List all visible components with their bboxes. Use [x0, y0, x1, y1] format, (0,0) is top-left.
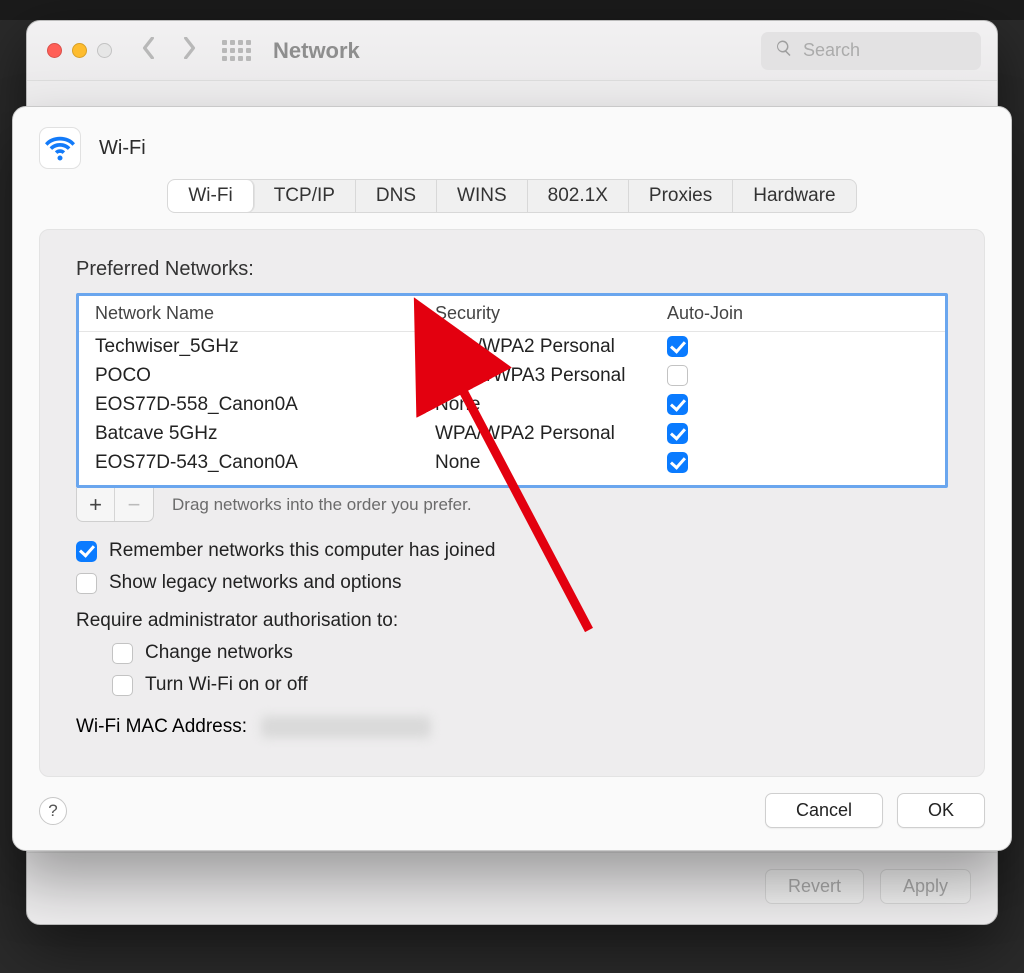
cell-security: None [435, 452, 667, 474]
ok-button[interactable]: OK [897, 793, 985, 828]
cell-network-name: EOS77D-558_Canon0A [95, 394, 435, 416]
wifi-icon [39, 127, 81, 169]
turn-wifi-checkbox[interactable] [112, 675, 133, 696]
table-header: Network Name Security Auto-Join [79, 296, 945, 332]
sheet-title: Wi-Fi [99, 137, 146, 160]
mac-address-label: Wi-Fi MAC Address: [76, 716, 247, 738]
window-footer: Revert Apply [27, 852, 997, 924]
legacy-label: Show legacy networks and options [109, 572, 402, 594]
search-input[interactable]: Search [761, 32, 981, 70]
tab-8021x[interactable]: 802.1X [528, 180, 629, 212]
remember-checkbox[interactable] [76, 541, 97, 562]
add-network-button[interactable]: + [77, 488, 115, 521]
search-icon [775, 39, 793, 63]
turn-wifi-row[interactable]: Turn Wi-Fi on or off [112, 674, 948, 696]
col-header-name[interactable]: Network Name [95, 303, 435, 324]
legacy-checkbox[interactable] [76, 573, 97, 594]
sheet-header: Wi-Fi [13, 127, 1011, 179]
back-icon[interactable] [140, 37, 158, 65]
require-admin-label: Require administrator authorisation to: [76, 610, 948, 632]
tab-hardware[interactable]: Hardware [733, 180, 855, 212]
nav-arrows [140, 37, 198, 65]
mac-address-row: Wi-Fi MAC Address: [76, 716, 948, 738]
cell-security: WPA/WPA2 Personal [435, 423, 667, 445]
turn-wifi-label: Turn Wi-Fi on or off [145, 674, 308, 696]
remember-row[interactable]: Remember networks this computer has join… [76, 540, 948, 562]
cell-security: WPA2/WPA3 Personal [435, 365, 667, 387]
autojoin-checkbox[interactable] [667, 452, 688, 473]
col-header-security[interactable]: Security [435, 303, 667, 324]
preferred-networks-table[interactable]: Network Name Security Auto-Join Techwise… [76, 293, 948, 488]
preferred-networks-label: Preferred Networks: [76, 258, 948, 281]
tab-dns[interactable]: DNS [356, 180, 437, 212]
help-button[interactable]: ? [39, 797, 67, 825]
remember-label: Remember networks this computer has join… [109, 540, 496, 562]
search-placeholder: Search [803, 40, 860, 61]
change-networks-row[interactable]: Change networks [112, 642, 948, 664]
zoom-icon[interactable] [97, 43, 112, 58]
forward-icon[interactable] [180, 37, 198, 65]
cell-security: WPA/WPA2 Personal [435, 336, 667, 358]
tab-wifi[interactable]: Wi-Fi [168, 180, 253, 212]
autojoin-checkbox[interactable] [667, 365, 688, 386]
legacy-row[interactable]: Show legacy networks and options [76, 572, 948, 594]
table-row[interactable]: EOS77D-543_Canon0ANone [79, 448, 945, 477]
revert-button[interactable]: Revert [765, 869, 864, 904]
tab-wins[interactable]: WINS [437, 180, 528, 212]
autojoin-checkbox[interactable] [667, 336, 688, 357]
add-remove-box: + − [76, 488, 154, 522]
window-title: Network [273, 38, 360, 64]
table-row[interactable]: Techwiser_5GHzWPA/WPA2 Personal [79, 332, 945, 361]
drag-hint: Drag networks into the order you prefer. [172, 495, 472, 515]
autojoin-checkbox[interactable] [667, 423, 688, 444]
sheet-footer: ? Cancel OK [13, 777, 1011, 850]
mac-address-value-redacted [261, 716, 431, 738]
minimize-icon[interactable] [72, 43, 87, 58]
close-icon[interactable] [47, 43, 62, 58]
autojoin-checkbox[interactable] [667, 394, 688, 415]
table-row[interactable]: EOS77D-558_Canon0ANone [79, 390, 945, 419]
menubar-shadow [0, 0, 1024, 20]
cell-network-name: Techwiser_5GHz [95, 336, 435, 358]
apply-button[interactable]: Apply [880, 869, 971, 904]
cell-network-name: EOS77D-543_Canon0A [95, 452, 435, 474]
show-all-icon[interactable] [222, 40, 251, 61]
titlebar: Network Search [27, 21, 997, 81]
tab-proxies[interactable]: Proxies [629, 180, 733, 212]
change-networks-checkbox[interactable] [112, 643, 133, 664]
cell-network-name: Batcave 5GHz [95, 423, 435, 445]
cancel-button[interactable]: Cancel [765, 793, 883, 828]
tab-tcpip[interactable]: TCP/IP [254, 180, 356, 212]
cell-network-name: POCO [95, 365, 435, 387]
tabs: Wi-Fi TCP/IP DNS WINS 802.1X Proxies Har… [167, 179, 856, 213]
wifi-panel: Preferred Networks: Network Name Securit… [39, 229, 985, 777]
wifi-advanced-sheet: Wi-Fi Wi-Fi TCP/IP DNS WINS 802.1X Proxi… [12, 106, 1012, 851]
traffic-lights [47, 43, 112, 58]
remove-network-button[interactable]: − [115, 488, 153, 521]
cell-security: None [435, 394, 667, 416]
col-header-autojoin[interactable]: Auto-Join [667, 303, 929, 324]
change-networks-label: Change networks [145, 642, 293, 664]
table-row[interactable]: POCOWPA2/WPA3 Personal [79, 361, 945, 390]
table-row[interactable]: Batcave 5GHzWPA/WPA2 Personal [79, 419, 945, 448]
